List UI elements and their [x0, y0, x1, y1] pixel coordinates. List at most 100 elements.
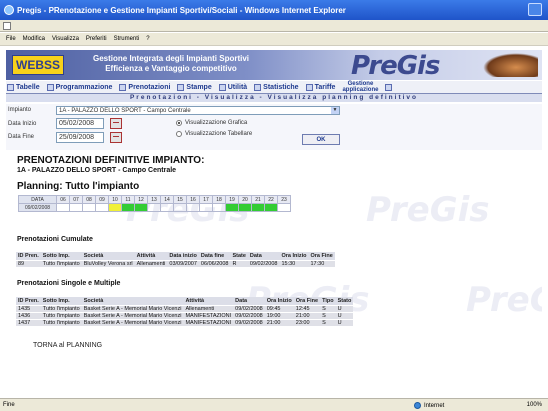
table-row[interactable]: 89 Tutto l'impianto BluVolley Verona srl Al… — [16, 259, 335, 267]
column-header: Ora Inizio — [264, 297, 294, 305]
planning-cell[interactable] — [160, 203, 174, 212]
table-cell: 1437 — [16, 318, 41, 326]
planning-cell[interactable] — [225, 203, 239, 212]
column-header: ID Pren. — [16, 252, 41, 260]
planning-cell[interactable] — [69, 203, 83, 212]
chevron-down-icon[interactable]: ▼ — [331, 107, 339, 114]
table-cell: 1436 — [16, 311, 41, 319]
toolbar-item-0[interactable]: Tabelle — [7, 83, 40, 91]
data-inizio-field[interactable]: 05/02/2008 — [56, 118, 104, 129]
menu-item-4[interactable]: Strumenti — [114, 36, 140, 42]
calendar-icon[interactable] — [110, 118, 122, 129]
table-cell: MANIFESTAZIONI — [183, 318, 234, 326]
hour-header: 22 — [264, 195, 278, 204]
menu-item-2[interactable]: Visualizza — [52, 36, 79, 42]
window-control-button[interactable] — [528, 3, 542, 16]
impianto-label: Impianto — [8, 107, 32, 113]
table-cell: Allenamenti — [134, 259, 168, 267]
breadcrumb: Prenotazioni - Visualizza - Visualizza p… — [6, 94, 542, 102]
table-cell: 17:30 — [308, 259, 335, 267]
toolbar-icon — [119, 83, 127, 91]
planning-cell[interactable] — [186, 203, 200, 212]
table-cell: 15:30 — [279, 259, 309, 267]
hour-header: 23 — [277, 195, 291, 204]
globe-icon — [414, 402, 421, 409]
table-cell: U — [335, 311, 354, 319]
table-row[interactable]: 1436 Tutto l'impianto Basket Serie A - Mem… — [16, 311, 354, 319]
banner-tagline: Gestione Integrata degli Impianti Sporti… — [86, 54, 256, 74]
toolbar-item-2[interactable]: Prenotazioni — [119, 83, 170, 91]
table-cell: Tutto l'impianto — [40, 311, 82, 319]
planning-title: Planning: Tutto l'impianto — [17, 181, 140, 192]
toolbar-item-3[interactable]: Stampe — [177, 83, 212, 91]
hour-header: 11 — [121, 195, 135, 204]
table-cell: 09:45 — [264, 304, 294, 312]
hour-header: 09 — [95, 195, 109, 204]
radio-grafica[interactable]: Visualizzazione Grafica — [176, 120, 247, 126]
planning-cell[interactable] — [121, 203, 135, 212]
column-header: Data fine — [198, 252, 231, 260]
impianto-select[interactable]: 1A - PALAZZO DELLO SPORT - Campo Central… — [56, 106, 340, 115]
column-header: Attività — [134, 252, 168, 260]
planning-cell[interactable] — [277, 203, 291, 212]
page-subtitle: 1A - PALAZZO DELLO SPORT - Campo Central… — [17, 167, 177, 174]
toolbar-item-1[interactable]: Programmazione — [46, 83, 112, 91]
zone-label: Internet — [424, 402, 445, 409]
menu-item-3[interactable]: Preferiti — [86, 36, 107, 42]
planning-cell[interactable] — [264, 203, 278, 212]
planning-cell[interactable] — [108, 203, 122, 212]
pregis-logo: PreGis — [351, 51, 440, 81]
toolbar-item-5[interactable]: Statistiche — [254, 83, 299, 91]
banner-line2: Efficienza e Vantaggio competitivo — [105, 64, 237, 73]
table-row[interactable]: 1437 Tutto l'impianto Basket Serie A - Mem… — [16, 318, 354, 326]
window-titlebar: Pregis - PRenotazione e Gestione Impiant… — [0, 0, 548, 20]
calendar-icon[interactable] — [110, 132, 122, 143]
swimmer-image — [483, 53, 538, 77]
menu-item-1[interactable]: Modifica — [23, 36, 45, 42]
column-header: Società — [81, 297, 184, 305]
zoom-level[interactable]: 100% — [527, 402, 542, 408]
planning-cell[interactable] — [173, 203, 187, 212]
planning-cell[interactable] — [95, 203, 109, 212]
data-fine-field[interactable]: 25/09/2008 — [56, 132, 104, 143]
column-header: Sotto Imp. — [40, 297, 82, 305]
column-header: Società — [81, 252, 135, 260]
planning-grid: DATA 06 07 08 09 10 11 12 13 14 15 16 17 18 19 20 21 22 23… — [18, 195, 291, 212]
results-pane: PreGis PreGis PreGis PreGis PRENOTAZIONI… — [6, 150, 542, 395]
planning-cell[interactable] — [251, 203, 265, 212]
table-cell: Tutto l'impianto — [40, 318, 82, 326]
table-row[interactable]: 1435 Tutto l'impianto Basket Serie A - Mem… — [16, 304, 354, 312]
gestione-label: Gestione applicazione — [342, 81, 378, 93]
column-header: Data — [233, 297, 265, 305]
column-header: State — [230, 252, 248, 260]
planning-cell[interactable] — [147, 203, 161, 212]
gestione-line2: applicazione — [342, 87, 379, 93]
column-header: Sotto Imp. — [40, 252, 82, 260]
radio-off-icon[interactable] — [176, 131, 182, 137]
planning-cell[interactable] — [212, 203, 226, 212]
table-cell: 09/02/2008 — [233, 318, 265, 326]
planning-cell[interactable] — [199, 203, 213, 212]
planning-cell[interactable] — [238, 203, 252, 212]
radio-on-icon[interactable] — [176, 120, 182, 126]
planning-cell[interactable] — [56, 203, 70, 212]
hour-header: 12 — [134, 195, 148, 204]
menu-item-5[interactable]: ? — [146, 36, 149, 42]
gestione-applicazione-menu[interactable]: Gestione applicazione — [342, 81, 378, 93]
print-icon[interactable] — [385, 83, 393, 91]
radio-tabellare[interactable]: Visualizzazione Tabellare — [176, 131, 252, 137]
menu-item-0[interactable]: File — [6, 36, 16, 42]
torna-planning-link[interactable]: TORNA al PLANNING — [33, 342, 102, 349]
planning-cell[interactable] — [134, 203, 148, 212]
filter-form: Impianto 1A - PALAZZO DELLO SPORT - Camp… — [6, 104, 542, 150]
planning-date-header: DATA — [18, 195, 57, 204]
planning-cell[interactable] — [82, 203, 96, 212]
toolbar-item-4[interactable]: Utilità — [218, 83, 247, 91]
table-cell: U — [335, 318, 354, 326]
ok-button[interactable]: OK — [302, 134, 340, 145]
toolbar-icon — [218, 83, 226, 91]
column-header: Data — [247, 252, 280, 260]
page-icon — [3, 22, 11, 30]
toolbar-item-6[interactable]: Tariffe — [305, 83, 335, 91]
zone-indicator: Internet — [414, 402, 444, 409]
